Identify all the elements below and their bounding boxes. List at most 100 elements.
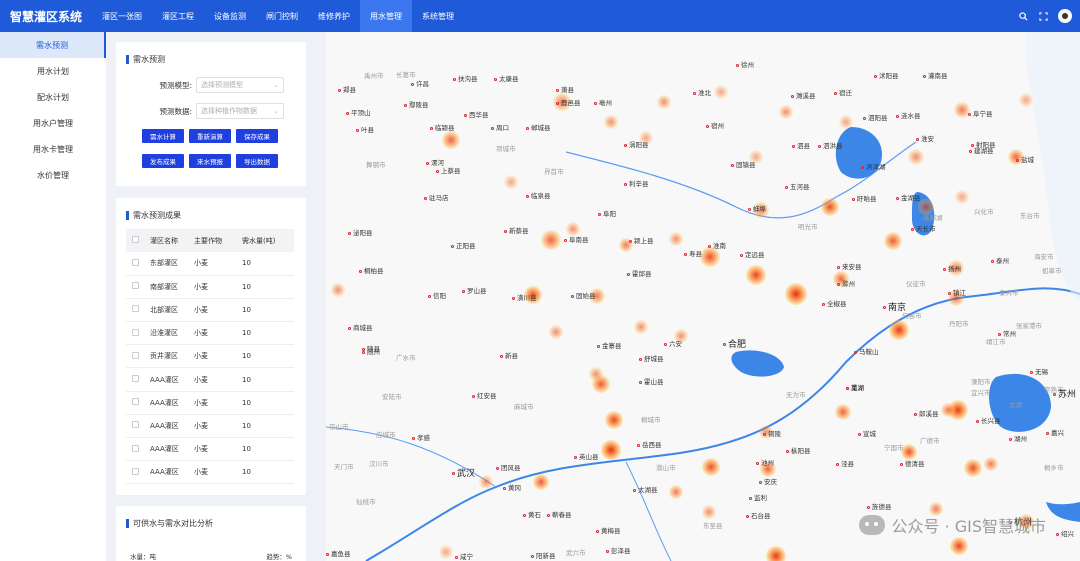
table-row[interactable]: AAA灌区 小麦 10: [126, 391, 294, 415]
city-name: 溧阳市: [971, 378, 991, 386]
nav-item[interactable]: 系统管理: [412, 0, 464, 32]
city-name: 马鞍山: [859, 348, 879, 356]
table-row[interactable]: 北部灌区 小麦 10: [126, 298, 294, 323]
map-city-label: 丹阳市: [949, 318, 969, 328]
fullscreen-icon[interactable]: [1038, 11, 1048, 21]
table-row[interactable]: AAA灌区 小麦 10: [126, 460, 294, 485]
city-name: 铜陵: [768, 430, 781, 438]
city-marker-icon: [791, 94, 794, 98]
hangzhou-bay: [1046, 502, 1080, 522]
map-city-label: 兴化市: [974, 206, 994, 216]
city-marker-icon: [837, 282, 840, 286]
data-select[interactable]: 选择种植作物数据 ⌄: [196, 103, 284, 119]
city-marker-icon: [512, 296, 515, 300]
city-name: 汉川市: [369, 460, 389, 468]
city-marker-icon: [348, 231, 351, 235]
row-checkbox[interactable]: [132, 467, 139, 475]
action-button[interactable]: 导出数据: [236, 154, 278, 168]
map-city-label: 界首市: [544, 166, 564, 176]
sidebar-item[interactable]: 用水计划: [0, 58, 106, 84]
table-row[interactable]: AAA灌区 小麦 10: [126, 367, 294, 392]
map-city-label: 泰兴市: [999, 287, 1019, 297]
heat-spot: [884, 232, 902, 250]
action-button[interactable]: 重新演算: [189, 129, 231, 143]
map-city-label: 蕲春县: [547, 509, 572, 519]
row-checkbox[interactable]: [132, 421, 139, 429]
row-checkbox[interactable]: [132, 444, 139, 452]
map-city-label: 舞钢市: [366, 159, 386, 169]
action-button[interactable]: 发布成果: [142, 154, 184, 168]
sidebar-item[interactable]: 水价管理: [0, 162, 106, 188]
city-marker-icon: [455, 555, 458, 559]
table-row[interactable]: AAA灌区 小麦 10: [126, 414, 294, 439]
select-all-checkbox[interactable]: [132, 236, 139, 243]
map-city-label: 宿迁: [834, 87, 852, 97]
nav-item[interactable]: 灌区工程: [152, 0, 204, 32]
city-marker-icon: [854, 350, 857, 354]
forecast-panel-title: 需水预测: [133, 55, 165, 64]
row-checkbox[interactable]: [132, 258, 139, 266]
nav-item[interactable]: 用水管理: [360, 0, 412, 32]
table-row[interactable]: 南部灌区 小麦 10: [126, 275, 294, 299]
table-row[interactable]: AAA灌区 小麦 10: [126, 437, 294, 462]
row-checkbox[interactable]: [132, 328, 139, 336]
city-marker-icon: [564, 238, 567, 242]
row-checkbox[interactable]: [132, 398, 139, 406]
city-name: 明光市: [798, 223, 818, 231]
map-city-label: 项城市: [496, 143, 516, 153]
city-name: 霍山县: [644, 378, 664, 386]
city-name: 苏州: [1058, 390, 1077, 400]
action-button[interactable]: 需水计算: [142, 129, 184, 143]
city-marker-icon: [326, 552, 329, 556]
model-select[interactable]: 选择预测模型 ⌄: [196, 77, 284, 93]
heat-spot: [714, 85, 728, 99]
row-checkbox[interactable]: [132, 351, 139, 359]
city-name: 洪泽湖: [866, 163, 886, 171]
city-marker-icon: [786, 449, 789, 453]
city-name: 泌阳县: [353, 229, 373, 237]
header-crop: 主要作物: [194, 229, 242, 252]
city-name: 项城市: [496, 145, 516, 153]
nav-item[interactable]: 灌区一张图: [92, 0, 152, 32]
sidebar-item[interactable]: 用水卡管理: [0, 136, 106, 162]
heatmap-map[interactable]: 长葛市 禹州市 许昌 扶沟县 太康县 萧县 徐州 沭阳县 灌南县 郏县 鄢陵县 西华县 鹿邑县 亳州 淮北濉…: [326, 32, 1080, 561]
map-city-label: 广德市: [920, 435, 940, 445]
map-city-label: 无锡: [1030, 366, 1048, 376]
cell-crop: 小麦: [194, 391, 242, 415]
nav-item[interactable]: 闸门控制: [256, 0, 308, 32]
top-toolbar: [1018, 0, 1072, 32]
title-accent: [126, 211, 129, 220]
sidebar-item[interactable]: 需水预测: [0, 32, 106, 58]
map-city-label: 句容市: [902, 310, 922, 320]
city-name: 盱眙县: [857, 195, 877, 203]
analysis-panel-header: 可供水与需水对比分析: [116, 506, 306, 529]
nav-item[interactable]: 设备监测: [204, 0, 256, 32]
cell-district: 北部灌区: [144, 298, 194, 323]
row-checkbox[interactable]: [132, 305, 139, 313]
user-avatar[interactable]: [1058, 9, 1072, 23]
button-row-2: 发布成果 来水预报 导出数据: [142, 154, 306, 168]
nav-item[interactable]: 维修养护: [308, 0, 360, 32]
heat-spot: [950, 537, 968, 555]
table-row[interactable]: 贡井灌区 小麦 10: [126, 344, 294, 369]
table-row[interactable]: 沿淮灌区 小麦 10: [126, 321, 294, 346]
action-button[interactable]: 保存成果: [236, 129, 278, 143]
city-name: 孝感: [417, 434, 430, 442]
city-marker-icon: [684, 252, 687, 256]
map-city-label: 泌阳县: [348, 227, 373, 237]
city-name: 泰州: [996, 257, 1009, 265]
search-icon[interactable]: [1018, 11, 1028, 21]
action-button[interactable]: 来水预报: [189, 154, 231, 168]
city-marker-icon: [785, 185, 788, 189]
row-checkbox[interactable]: [132, 282, 139, 290]
map-city-label: 仙桃市: [356, 496, 376, 506]
city-name: 扶沟县: [458, 75, 478, 83]
sidebar-item[interactable]: 配水计划: [0, 84, 106, 110]
row-checkbox[interactable]: [132, 375, 139, 383]
city-name: 宣城: [863, 430, 876, 438]
table-row[interactable]: 东部灌区 小麦 10: [126, 252, 294, 276]
city-marker-icon: [629, 239, 632, 243]
map-city-label: 东台市: [1020, 210, 1040, 220]
map-city-label: 蚌埠: [748, 203, 766, 213]
sidebar-item[interactable]: 用水户管理: [0, 110, 106, 136]
